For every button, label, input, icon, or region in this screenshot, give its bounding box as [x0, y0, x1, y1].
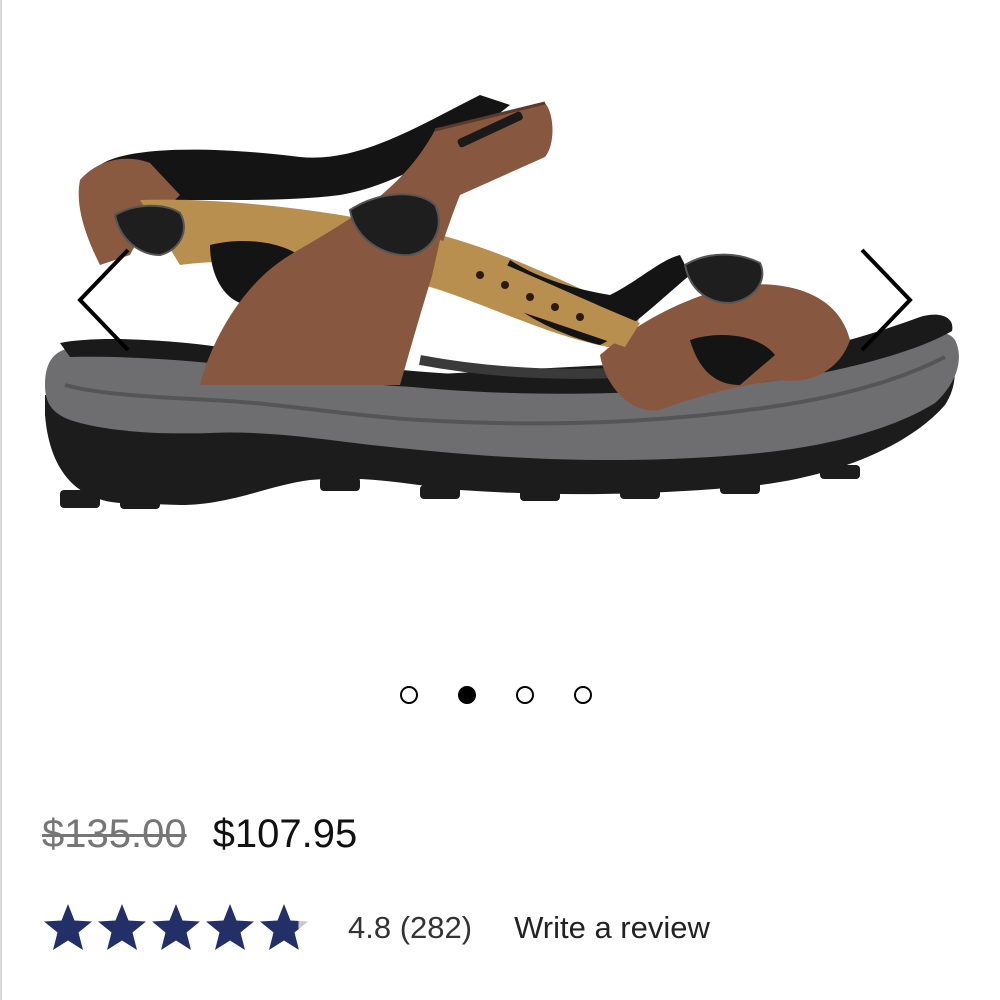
pagination-dot-2[interactable] [458, 686, 476, 704]
price-row: $135.00 $107.95 [42, 812, 357, 857]
page-edge [0, 0, 2, 1000]
star-icon [42, 902, 94, 954]
chevron-left-icon [77, 248, 130, 352]
chevron-right-icon [860, 248, 913, 352]
star-icon [204, 902, 256, 954]
star-icon [258, 902, 310, 954]
star-icon [96, 902, 148, 954]
rating-row: 4.8 (282) Write a review [42, 902, 710, 954]
product-image [40, 85, 960, 525]
sale-price: $107.95 [212, 812, 358, 856]
original-price: $135.00 [42, 812, 187, 856]
gallery-pagination [400, 686, 592, 704]
write-review-link[interactable]: Write a review [514, 910, 710, 946]
pagination-dot-1[interactable] [400, 686, 418, 704]
pagination-dot-3[interactable] [516, 686, 534, 704]
rating-summary: 4.8 (282) [348, 910, 473, 945]
gallery-prev-button[interactable] [70, 245, 130, 355]
star-rating [42, 902, 310, 954]
star-icon [150, 902, 202, 954]
gallery-next-button[interactable] [860, 245, 920, 355]
pagination-dot-4[interactable] [574, 686, 592, 704]
